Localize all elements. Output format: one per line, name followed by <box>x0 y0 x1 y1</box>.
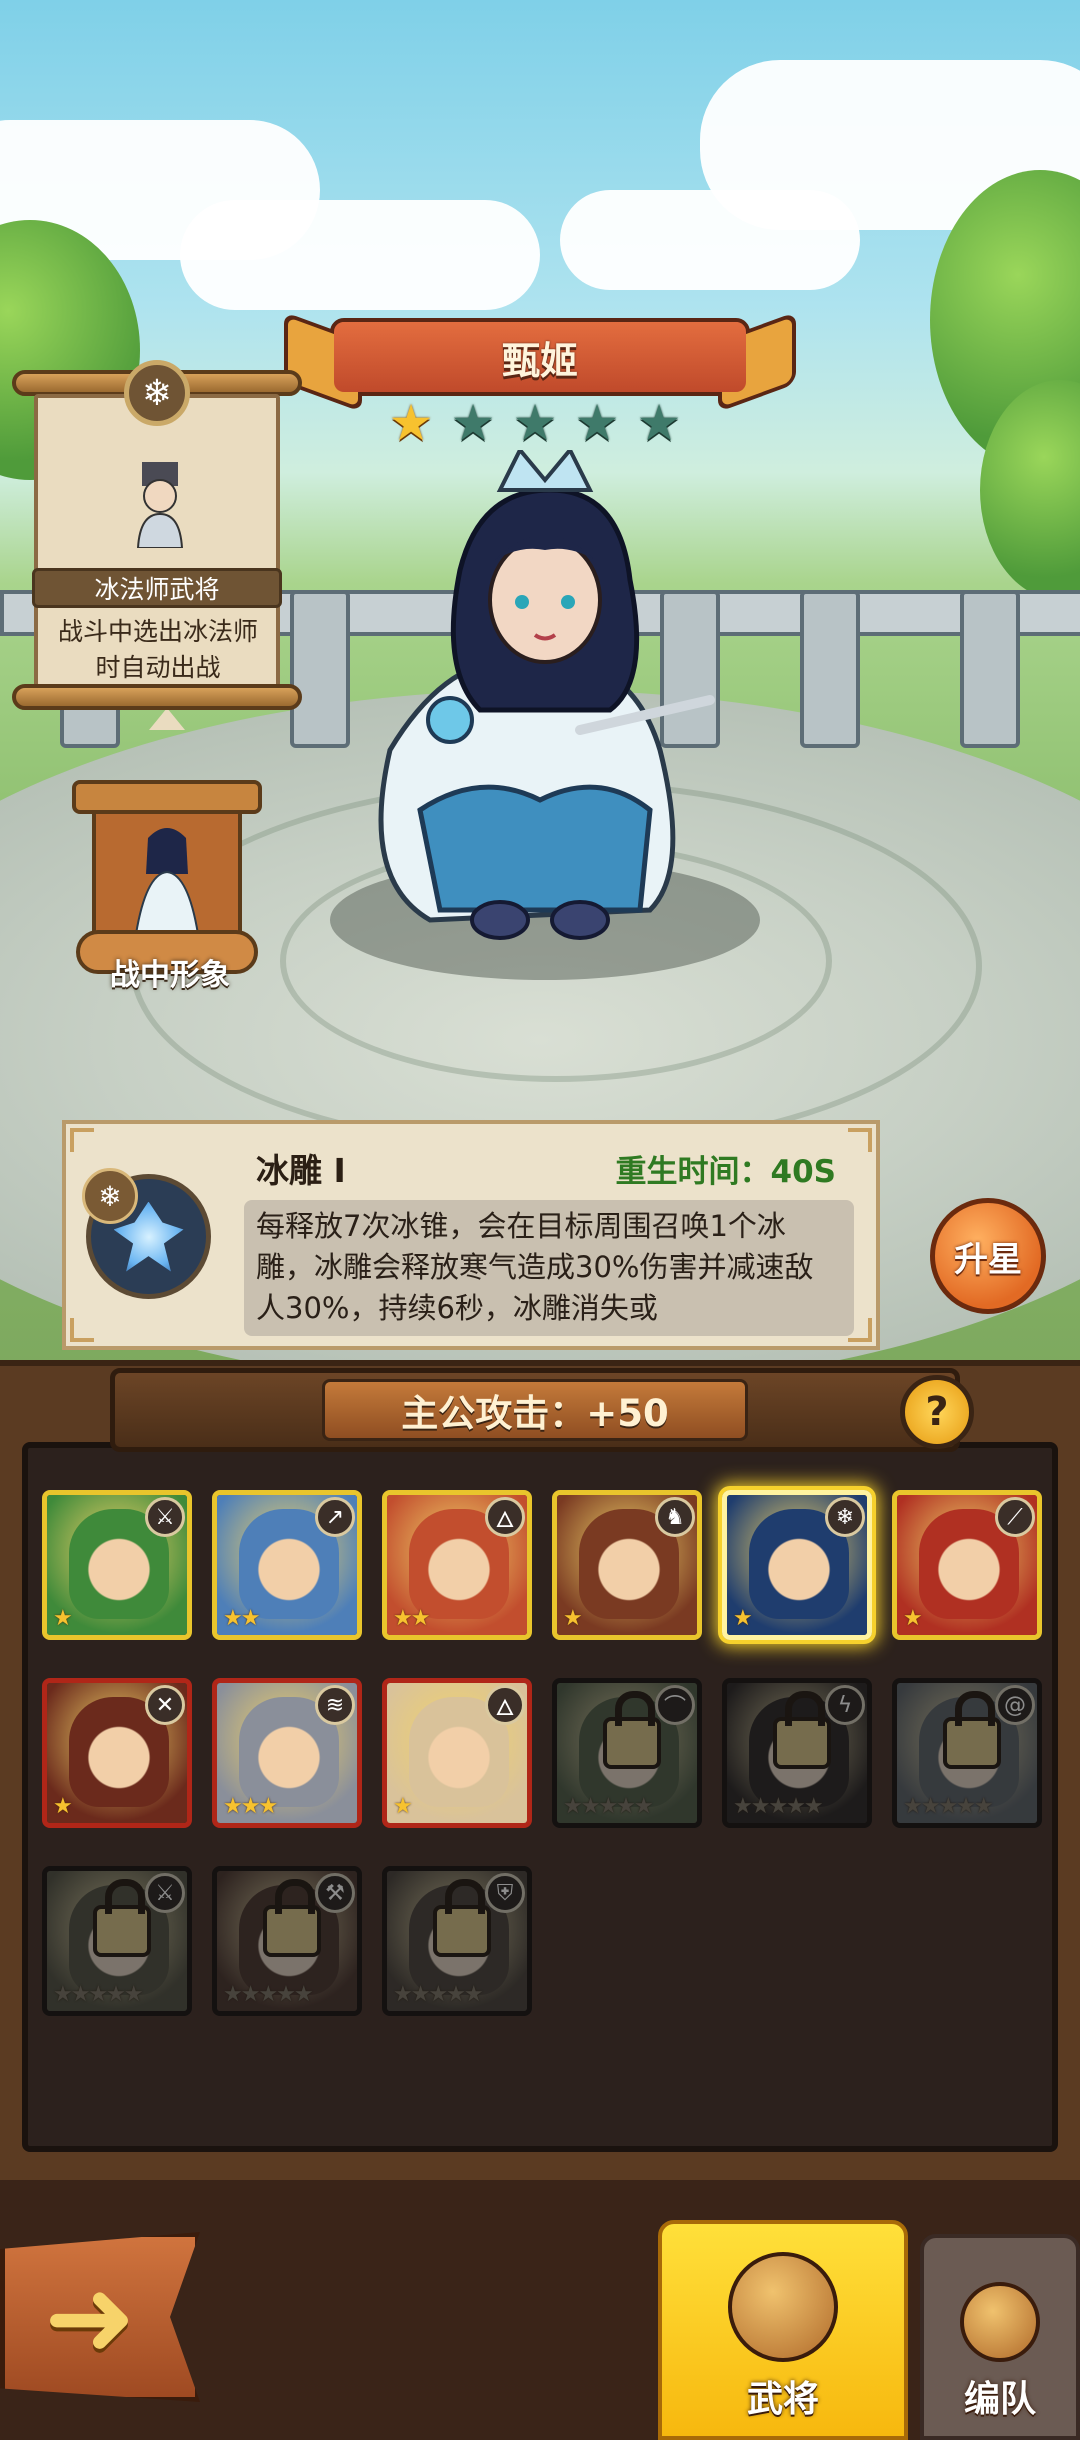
hero-card-stars: ★ <box>733 1606 753 1631</box>
hero-card-stars: ★★★★★ <box>903 1794 994 1819</box>
battle-look-label: 战中形象 <box>110 958 230 993</box>
star-icon: ★ <box>388 394 434 452</box>
general-portrait <box>136 462 184 548</box>
lock-icon <box>263 1879 321 1957</box>
hero-name: 甄姬 <box>501 338 578 383</box>
hero-card[interactable]: ★★★ ≋ <box>212 1678 362 1828</box>
cloud <box>560 190 860 290</box>
cloud <box>180 200 540 310</box>
hero-card[interactable]: ★ ✕ <box>42 1678 192 1828</box>
snowflake-icon: ❄ <box>825 1497 865 1537</box>
lock-icon <box>93 1879 151 1957</box>
scroll-rod <box>12 684 302 710</box>
hero-card-stars: ★★★★★ <box>53 1982 144 2007</box>
panel-corner <box>70 1128 94 1152</box>
locked-hero-card[interactable]: ★★★★★ ⚒ <box>212 1866 362 2016</box>
hero-card[interactable]: ★★ 🜂 <box>382 1490 532 1640</box>
upgrade-star-button[interactable]: 升星 <box>930 1198 1046 1314</box>
shield-icon: ⛨ <box>485 1873 525 1913</box>
hero-card[interactable]: ★ ⟋ <box>892 1490 1042 1640</box>
star-icon: ★ <box>512 394 558 452</box>
axe-icon: ⚒ <box>315 1873 355 1913</box>
hero-card[interactable]: ★ ♞ <box>552 1490 702 1640</box>
hero-card-stars: ★★★ <box>223 1794 278 1819</box>
back-arrow-icon: ➜ <box>43 2253 137 2381</box>
hero-card-stars: ★ <box>53 1606 73 1631</box>
fire-icon: 🜂 <box>485 1497 525 1537</box>
hero-card-stars: ★★★★★ <box>733 1794 824 1819</box>
bow-icon: ⌒ <box>655 1685 695 1725</box>
back-button[interactable]: ➜ <box>0 2232 200 2402</box>
lock-icon <box>603 1691 661 1769</box>
hero-card[interactable]: ★ ⚔ <box>42 1490 192 1640</box>
hero-card-stars: ★ <box>393 1794 413 1819</box>
star-icon: ★ <box>574 394 620 452</box>
skill-panel: ❄ 冰雕 Ⅰ 重生时间：40S 每释放7次冰锥，会在目标周围召唤1个冰雕，冰雕会… <box>62 1120 880 1350</box>
role-card[interactable]: ❄ 冰法师武将 战斗中选出冰法师时自动出战 <box>12 360 302 730</box>
hero-card[interactable]: ★★ ↗ <box>212 1490 362 1640</box>
sword-icon: ⚔ <box>145 1873 185 1913</box>
hero-card-stars: ★★★★★ <box>223 1982 314 2007</box>
tab-label: 编队 <box>963 2379 1036 2420</box>
horse-icon: ♞ <box>655 1497 695 1537</box>
lock-icon <box>943 1691 1001 1769</box>
hero-card-stars: ★ <box>563 1606 583 1631</box>
hero-card-stars: ★ <box>53 1794 73 1819</box>
hero-card-stars: ★★ <box>223 1606 260 1631</box>
swirl-icon: @ <box>995 1685 1035 1725</box>
snowflake-icon: ❄ <box>124 360 190 426</box>
tab-label: 武将 <box>746 2379 819 2420</box>
shrine-roof <box>72 780 262 814</box>
snowflake-icon: ❄ <box>82 1168 138 1224</box>
role-title: 冰法师武将 <box>32 568 282 608</box>
lightning-icon: ϟ <box>825 1685 865 1725</box>
locked-hero-card[interactable]: ★★★★★ ⌒ <box>552 1678 702 1828</box>
hero-card-stars: ★ <box>903 1606 923 1631</box>
star-icon: ★ <box>450 394 496 452</box>
skill-description[interactable]: 每释放7次冰锥，会在目标周围召唤1个冰雕，冰雕会释放寒气造成30%伤害并减速敌人… <box>244 1200 854 1336</box>
hero-card[interactable]: ★ 🜂 <box>382 1678 532 1828</box>
sword-icon: ⚔ <box>145 1497 185 1537</box>
panel-corner <box>70 1318 94 1342</box>
locked-hero-card[interactable]: ★★★★★ ⛨ <box>382 1866 532 2016</box>
skill-name: 冰雕 Ⅰ <box>256 1151 346 1190</box>
tab-formation[interactable]: 编队 <box>920 2234 1080 2440</box>
formation-icon <box>960 2282 1040 2362</box>
locked-hero-card[interactable]: ★★★★★ ϟ <box>722 1678 872 1828</box>
wall-pillar <box>960 590 1020 748</box>
hero-mini-figure <box>134 828 200 935</box>
help-button[interactable]: ? <box>900 1375 974 1449</box>
spear-icon: ↗ <box>315 1497 355 1537</box>
lock-icon <box>433 1879 491 1957</box>
tab-generals[interactable]: 武将 <box>658 2220 908 2440</box>
blade-icon: ⟋ <box>995 1497 1035 1537</box>
hero-figure <box>378 450 715 940</box>
general-icon <box>728 2252 838 2362</box>
claw-icon: ≋ <box>315 1685 355 1725</box>
hero-card-stars: ★★★★★ <box>563 1794 654 1819</box>
locked-hero-card[interactable]: ★★★★★ @ <box>892 1678 1042 1828</box>
crossed-swords-icon: ✕ <box>145 1685 185 1725</box>
hero-star-rating: ★ ★ ★ ★ ★ <box>385 398 685 448</box>
panel-corner <box>848 1128 872 1152</box>
locked-hero-card[interactable]: ★★★★★ ⚔ <box>42 1866 192 2016</box>
shrine-body <box>92 810 242 940</box>
respawn-time: 重生时间：40S <box>615 1154 836 1190</box>
fire-icon: 🜂 <box>485 1685 525 1725</box>
role-description: 战斗中选出冰法师时自动出战 <box>57 617 258 682</box>
attack-bonus-text: 主公攻击：+50 <box>401 1392 669 1435</box>
lock-icon <box>773 1691 831 1769</box>
hero-card-stars: ★★ <box>393 1606 430 1631</box>
star-icon: ★ <box>636 394 682 452</box>
hero-card[interactable]: ★ ❄ <box>722 1490 872 1640</box>
scroll-pointer-icon <box>149 708 185 730</box>
hero-name-plate: 甄姬 <box>284 311 796 413</box>
hero-card-stars: ★★★★★ <box>393 1982 484 2007</box>
wall-pillar <box>800 590 860 748</box>
attack-bonus-banner: 主公攻击：+50 <box>110 1368 960 1452</box>
